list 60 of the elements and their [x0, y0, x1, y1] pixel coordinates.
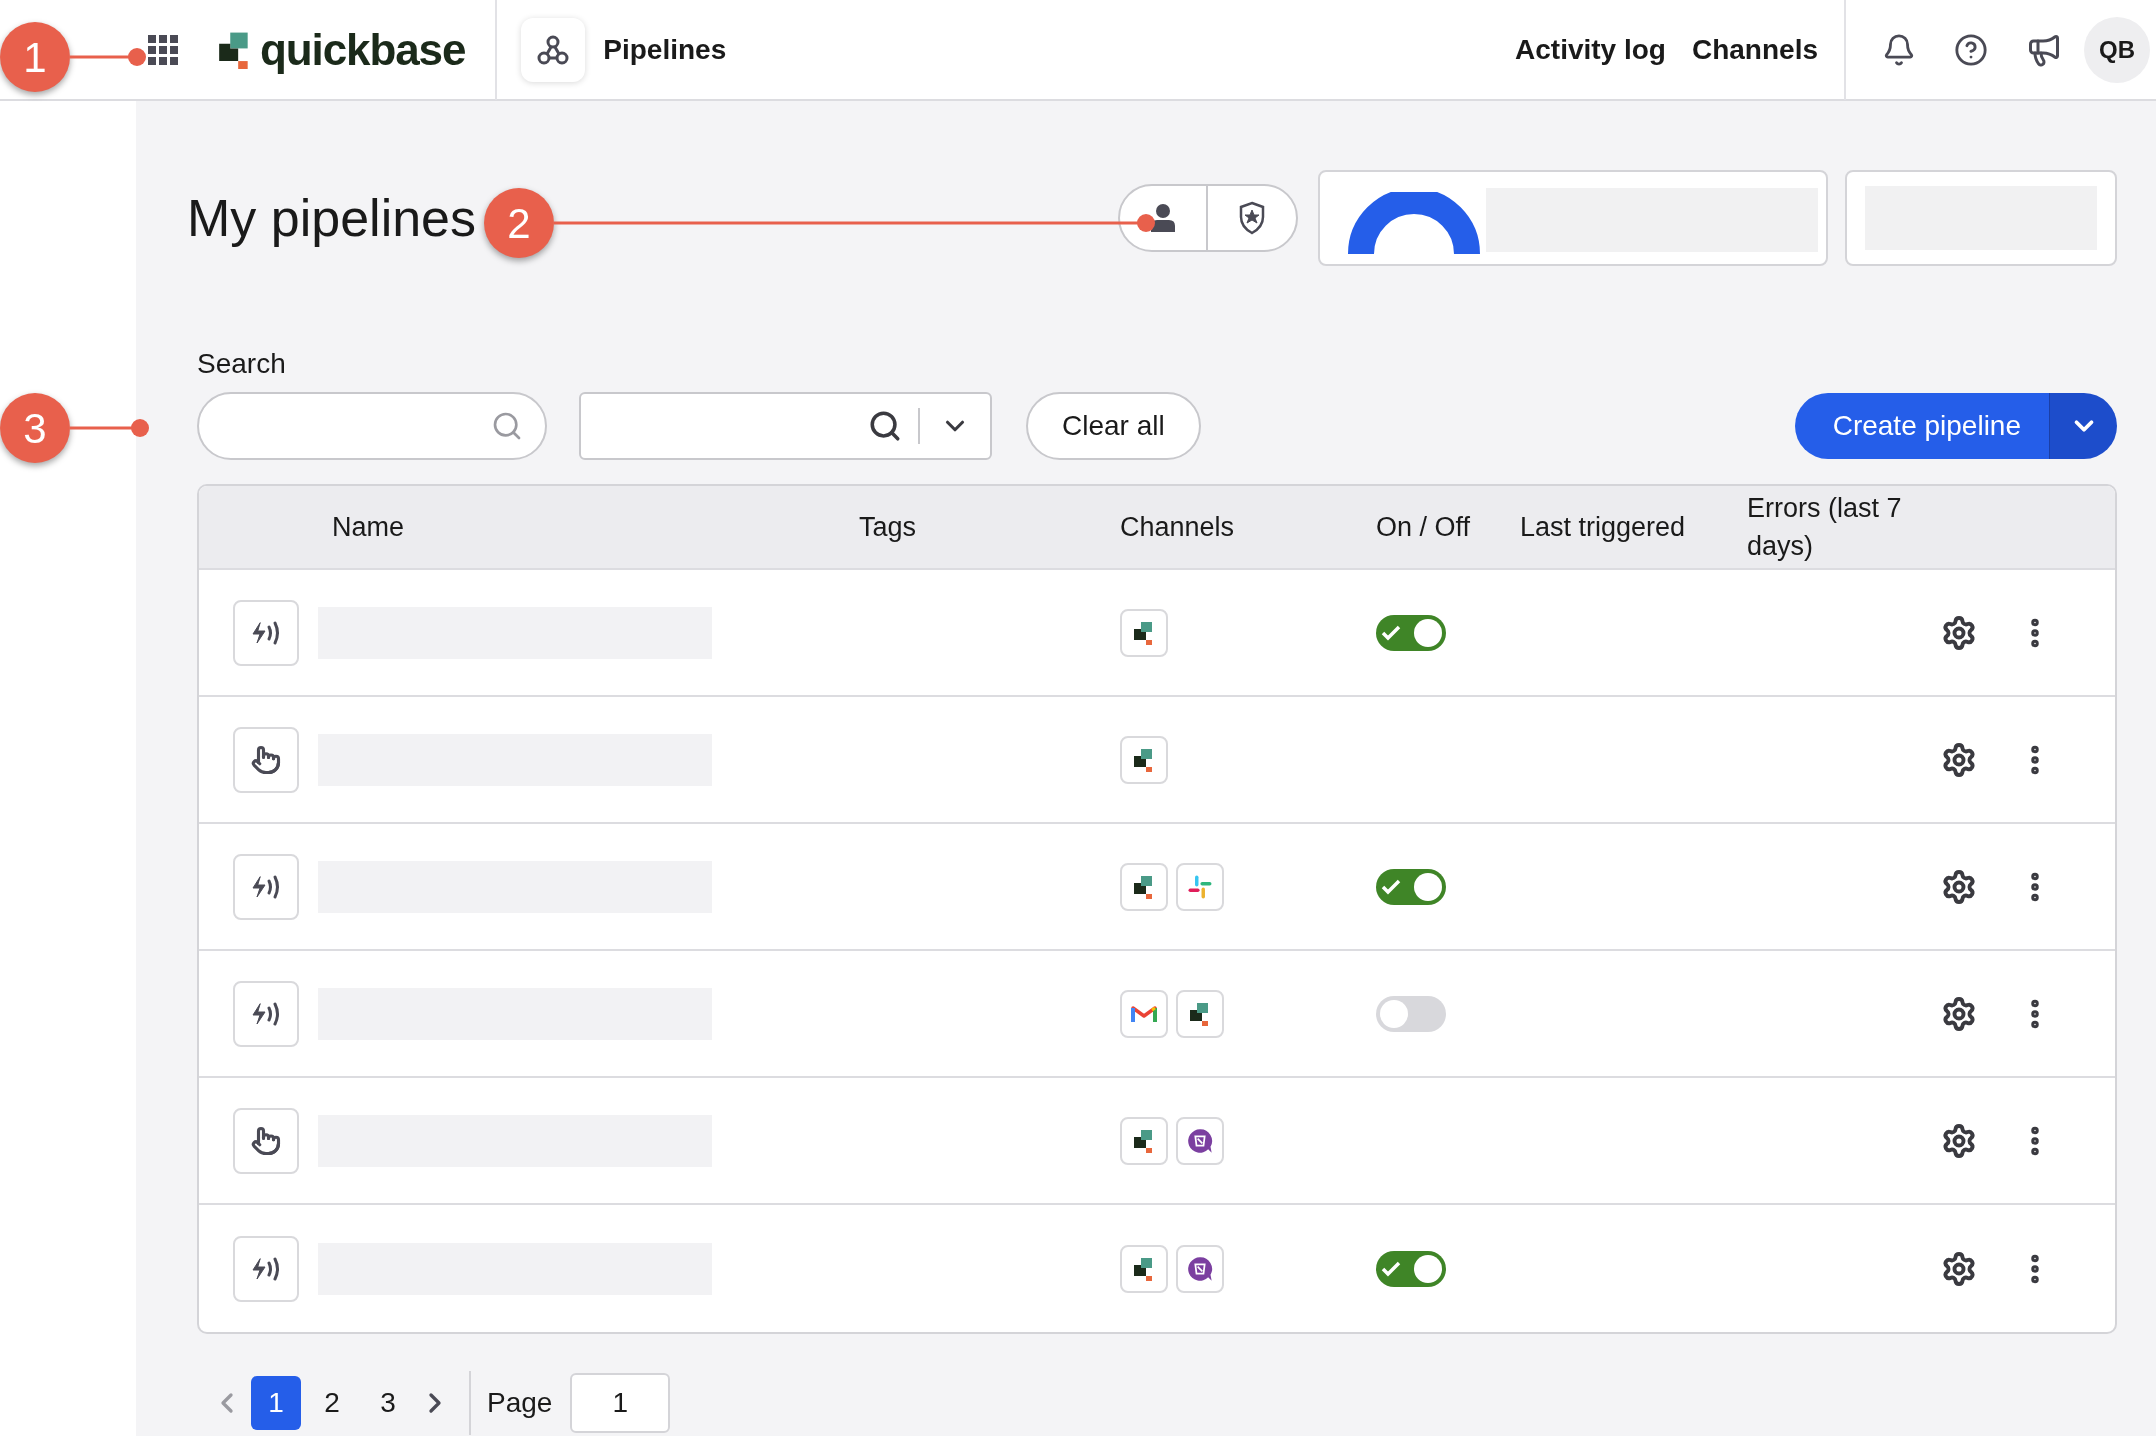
- quickbase-logo-icon: [1120, 1116, 1168, 1165]
- lightning-waves-icon: [233, 980, 299, 1047]
- mail-logo-icon: [1120, 989, 1168, 1038]
- page-label: Page: [487, 1386, 553, 1420]
- check-icon: [1380, 877, 1402, 896]
- nav-link[interactable]: Activity log: [1515, 28, 1666, 71]
- page-number-field[interactable]: 1: [570, 1373, 671, 1433]
- settings-icon[interactable]: [1941, 614, 1977, 651]
- user-avatar[interactable]: QB: [2084, 16, 2150, 83]
- toggle-switch[interactable]: [1376, 868, 1446, 905]
- gauge-icon: [1348, 191, 1480, 254]
- tap-hand-icon: [233, 1107, 299, 1174]
- settings-icon[interactable]: [1941, 995, 1977, 1032]
- notifications-icon[interactable]: [1882, 32, 1916, 67]
- column-header: Errors (last 7 days): [1747, 492, 1903, 563]
- page-title: My pipelines: [187, 187, 477, 249]
- chat-bubble-icon: [1176, 1244, 1224, 1293]
- page-button[interactable]: 3: [363, 1376, 413, 1430]
- lightning-waves-icon: [233, 853, 299, 920]
- quickbase-logo-icon: [1176, 989, 1224, 1038]
- toggle-switch[interactable]: [1376, 614, 1446, 651]
- settings-icon[interactable]: [1941, 741, 1977, 778]
- page-button[interactable]: 1: [251, 1376, 301, 1430]
- quickbase-logo-icon: [1120, 735, 1168, 784]
- search-label: Search: [197, 347, 287, 381]
- toggle-switch[interactable]: [1376, 1250, 1446, 1287]
- help-icon[interactable]: [1954, 32, 1988, 67]
- settings-icon[interactable]: [1941, 868, 1977, 905]
- app-title: Pipelines: [603, 32, 727, 67]
- quickbase-logo-icon: [1120, 608, 1168, 657]
- column-header: Last triggered: [1520, 511, 1686, 542]
- chat-bubble-icon: [1176, 1116, 1224, 1165]
- settings-icon[interactable]: [1941, 1250, 1977, 1287]
- column-header: Channels: [1120, 511, 1235, 542]
- pipelines-app-icon: [521, 17, 586, 82]
- shield-star-icon: [1237, 200, 1267, 235]
- app-grid-icon[interactable]: [148, 34, 178, 65]
- callout-badge: 2: [484, 188, 554, 258]
- lightning-waves-icon: [233, 1235, 299, 1302]
- create-pipeline-button[interactable]: Create pipeline: [1794, 393, 2049, 459]
- hash-logo-icon: [1176, 862, 1224, 911]
- search-icon: [491, 410, 523, 442]
- nav-link[interactable]: Channels: [1691, 28, 1818, 71]
- person-icon: [1148, 201, 1178, 234]
- create-options-button[interactable]: [2049, 393, 2117, 459]
- check-icon: [1380, 623, 1402, 642]
- lightning-waves-icon: [233, 599, 299, 666]
- clear-all-button[interactable]: Clear all: [1026, 392, 1201, 460]
- search-icon: [868, 409, 902, 443]
- column-header: Tags: [859, 511, 917, 542]
- tap-hand-icon: [233, 726, 299, 793]
- column-header: Name: [332, 510, 406, 544]
- column-header: On / Off: [1376, 511, 1471, 542]
- brand-name: quickbase: [260, 23, 466, 76]
- quickbase-logo-icon: [1120, 1244, 1168, 1293]
- page-button[interactable]: 2: [307, 1376, 357, 1430]
- settings-icon[interactable]: [1941, 1122, 1977, 1159]
- toggle-switch[interactable]: [1376, 995, 1446, 1032]
- quickbase-logo-icon: [1120, 862, 1168, 911]
- check-icon: [1380, 1259, 1402, 1278]
